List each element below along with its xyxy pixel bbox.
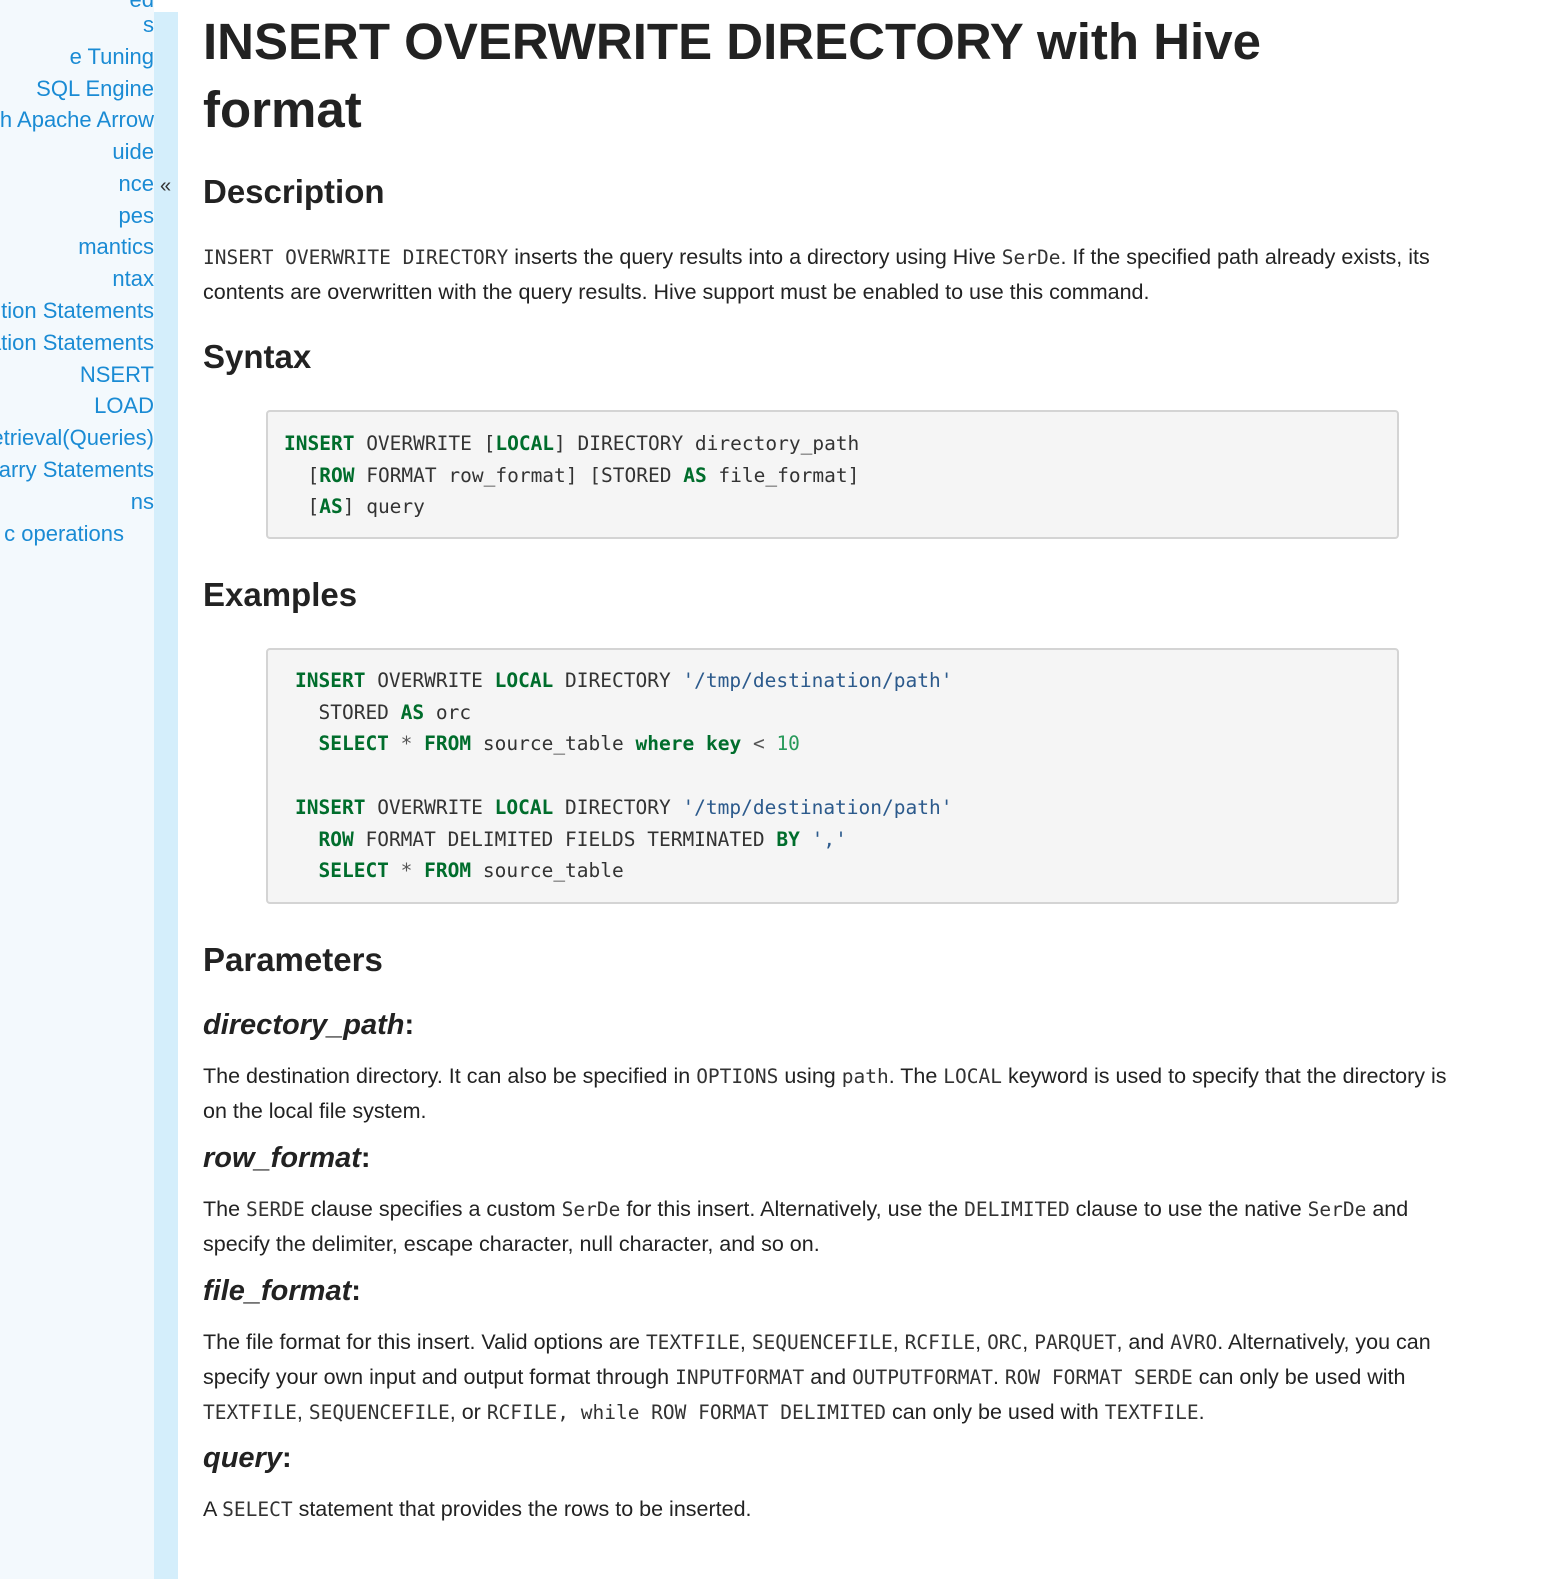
code-token: source_table bbox=[471, 732, 636, 756]
sidebar-item-insert[interactable]: NSERT bbox=[80, 361, 154, 389]
code-token: [ bbox=[284, 463, 320, 487]
code-token: LOCAL bbox=[495, 432, 555, 455]
sidebar-item-load[interactable]: LOAD bbox=[94, 392, 154, 420]
sidebar-item[interactable]: mantics bbox=[78, 233, 154, 261]
sidebar-item[interactable]: a Manipulation Statements bbox=[0, 329, 154, 357]
syntax-code-block: INSERT OVERWRITE [LOCAL] DIRECTORY direc… bbox=[266, 410, 1399, 539]
code-token: ROW bbox=[319, 463, 355, 487]
description-heading: Description bbox=[203, 173, 385, 210]
code-token: file_format] bbox=[706, 463, 860, 487]
code-token: OVERWRITE bbox=[365, 669, 495, 692]
inline-code: INSERT OVERWRITE DIRECTORY bbox=[203, 246, 509, 269]
param-query-text: A SELECT statement that provides the row… bbox=[203, 1497, 752, 1521]
param-query-heading: query: bbox=[203, 1442, 292, 1474]
code-token: DIRECTORY bbox=[553, 795, 683, 819]
code-token: SELECT bbox=[318, 859, 389, 883]
param-row-format-text: The SERDE clause specifies a custom SerD… bbox=[203, 1197, 1409, 1256]
code-token: DIRECTORY bbox=[553, 669, 683, 692]
code-token: ROW bbox=[318, 827, 354, 851]
code-token: AS bbox=[400, 700, 425, 724]
code-token: FORMAT DELIMITED FIELDS TERMINATED bbox=[353, 827, 777, 851]
code-token: ',' bbox=[811, 827, 847, 851]
sidebar-item[interactable]: ntax bbox=[112, 265, 154, 293]
sidebar-item[interactable]: e Tuning bbox=[70, 43, 154, 71]
code-token: 10 bbox=[776, 732, 800, 756]
code-token: OVERWRITE [ bbox=[354, 432, 496, 455]
code-token: * bbox=[388, 859, 425, 883]
code-token: ] query bbox=[342, 495, 425, 519]
code-token: [ bbox=[284, 495, 320, 519]
code-token: INSERT bbox=[284, 432, 355, 455]
syntax-heading: Syntax bbox=[203, 338, 312, 375]
param-directory-path-text: The destination directory. It can also b… bbox=[203, 1064, 1447, 1123]
code-token: FROM bbox=[424, 859, 472, 883]
code-token: INSERT bbox=[295, 669, 366, 692]
code-token: OVERWRITE bbox=[365, 795, 495, 819]
examples-heading: Examples bbox=[203, 576, 358, 613]
code-token: AS bbox=[683, 463, 707, 487]
code-token: key bbox=[705, 732, 742, 756]
code-token: FORMAT row_format] [STORED bbox=[354, 463, 684, 487]
page-title: INSERT OVERWRITE DIRECTORY with Hive for… bbox=[203, 13, 1261, 138]
code-token: orc bbox=[424, 700, 472, 724]
sidebar-item[interactable]: c operations bbox=[4, 520, 124, 548]
code-token: ] DIRECTORY directory_path bbox=[554, 432, 860, 455]
code-token: AS bbox=[319, 495, 343, 519]
code-token: '/tmp/destination/path' bbox=[682, 669, 953, 692]
sidebar-item[interactable]: s bbox=[143, 11, 154, 39]
code-token: '/tmp/destination/path' bbox=[682, 795, 953, 819]
code-token: LOCAL bbox=[494, 669, 554, 692]
code-token: STORED bbox=[295, 700, 401, 724]
sidebar-item[interactable]: ilarry Statements bbox=[0, 456, 154, 484]
inline-code: SerDe bbox=[1001, 246, 1061, 269]
param-row-format-heading: row_format: bbox=[203, 1142, 371, 1174]
code-token: LOCAL bbox=[494, 795, 554, 819]
code-token: FROM bbox=[424, 732, 472, 756]
sidebar-nav: ed s e Tuning SQL Engine age Guide for P… bbox=[0, 0, 154, 1579]
param-directory-path-heading: directory_path: bbox=[203, 1009, 415, 1041]
sidebar-item[interactable]: age Guide for Pandas with Apache Arrow bbox=[0, 106, 154, 134]
examples-code-block: INSERT OVERWRITE LOCAL DIRECTORY '/tmp/d… bbox=[266, 648, 1399, 904]
description-text: INSERT OVERWRITE DIRECTORY inserts the q… bbox=[203, 245, 1430, 304]
code-token: BY bbox=[776, 827, 800, 851]
sidebar-item[interactable]: nce bbox=[119, 170, 154, 198]
code-token: * bbox=[388, 732, 425, 756]
sidebar-item[interactable]: SQL Engine bbox=[36, 75, 154, 103]
sidebar-collapse-bar[interactable]: « bbox=[154, 12, 178, 1579]
parameters-heading: Parameters bbox=[203, 941, 383, 978]
code-token: SELECT bbox=[318, 732, 389, 756]
sidebar-item[interactable]: a Retrieval(Queries) bbox=[0, 424, 154, 452]
param-file-format-text: The file format for this insert. Valid o… bbox=[203, 1330, 1431, 1424]
sidebar-item[interactable]: pes bbox=[119, 202, 154, 230]
code-token: < bbox=[741, 732, 777, 756]
collapse-sidebar-icon[interactable]: « bbox=[160, 174, 171, 198]
code-token: INSERT bbox=[295, 795, 366, 819]
code-token: source_table bbox=[471, 859, 624, 883]
param-file-format-heading: file_format: bbox=[203, 1275, 361, 1307]
sidebar-item[interactable]: uide bbox=[112, 138, 154, 166]
sidebar-item[interactable]: a Definition Statements bbox=[0, 297, 154, 325]
code-token: where bbox=[635, 732, 695, 756]
sidebar-item[interactable]: ns bbox=[131, 488, 154, 516]
